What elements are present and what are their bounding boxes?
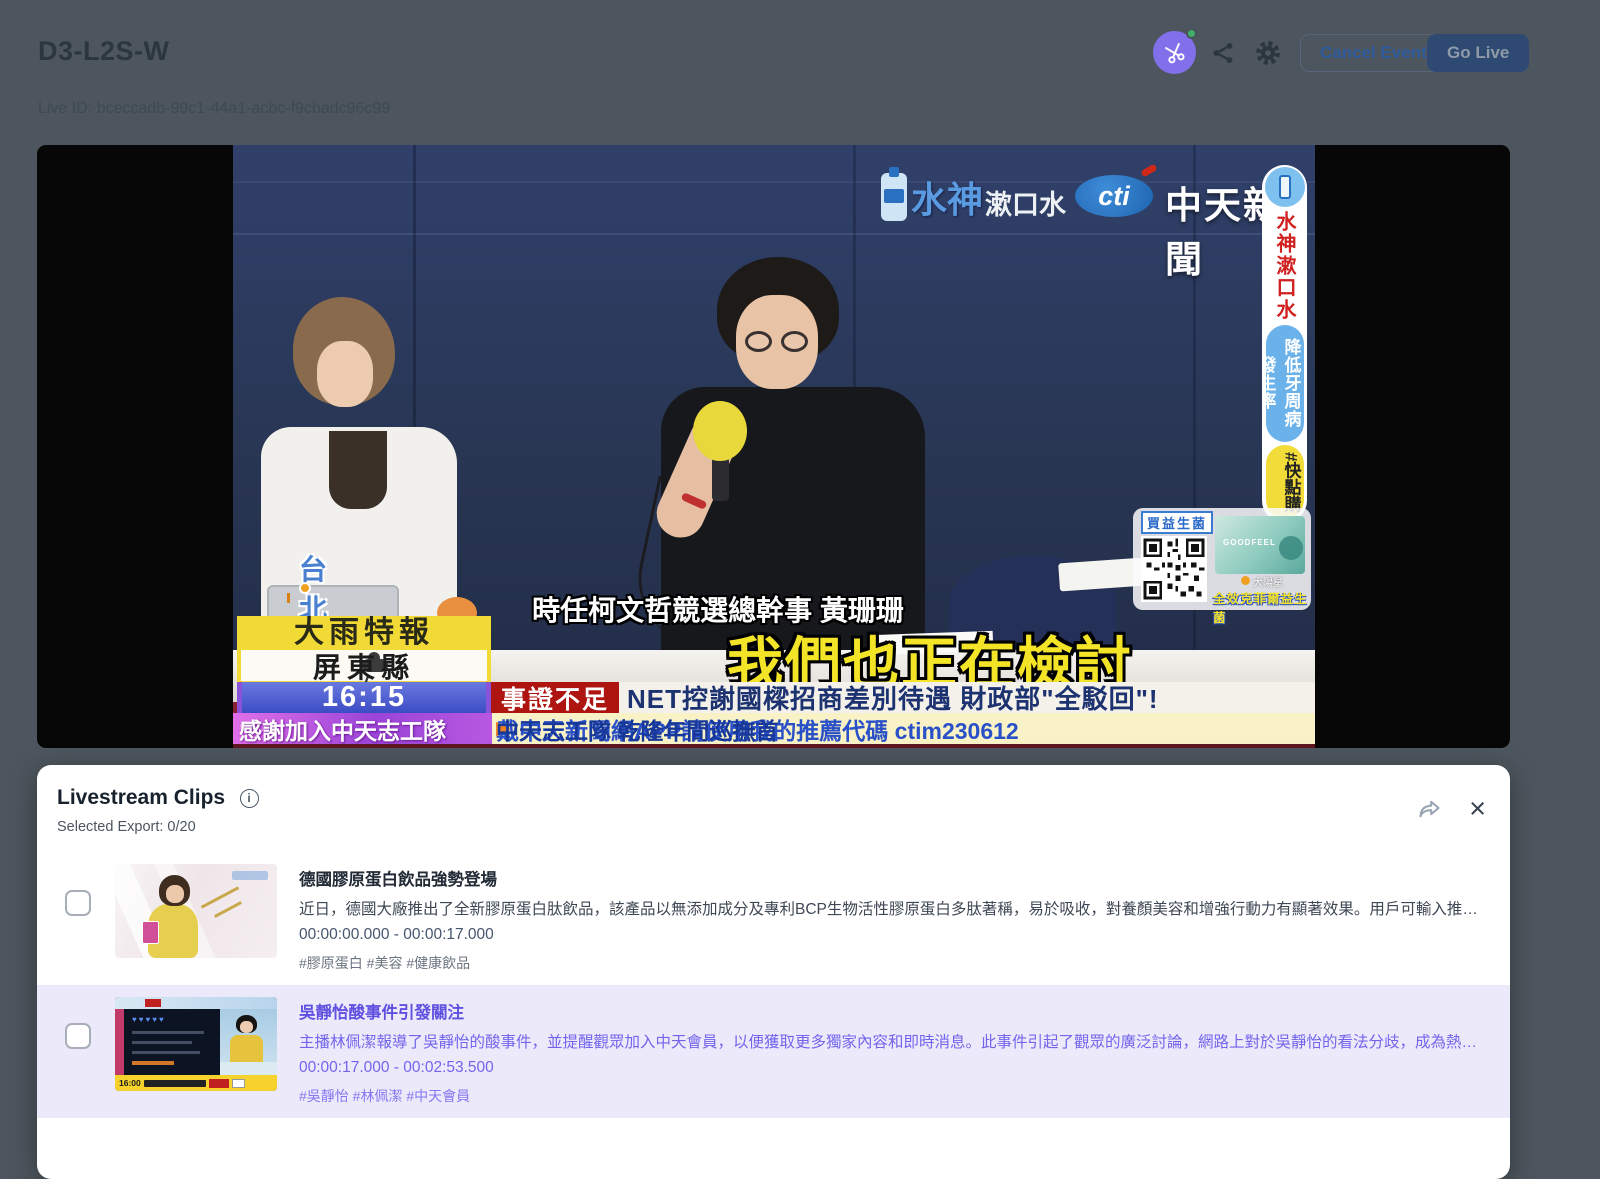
qr-code (1141, 536, 1207, 602)
side-ad-banner: 水神漱口水 降低牙周病發生率 #快點購 (1262, 165, 1307, 523)
weather-alert-box: 大雨特報 屏東縣 (237, 616, 491, 685)
banner-brand: 水神漱口水 (1270, 207, 1299, 325)
thumb-anchor-zone (220, 1009, 277, 1075)
qr-promo-panel: 買益生菌 (1133, 508, 1311, 610)
share-icon[interactable] (1210, 40, 1236, 66)
wall-line (233, 181, 1315, 183)
ticker-next-text: 中天志工隊 乾隆年間巡撫首 (496, 713, 778, 744)
thumb-hearts-row: ♥♥♥♥♥ (132, 1015, 166, 1024)
thumb-side-banner (115, 1009, 124, 1075)
thumb-product-box (142, 921, 159, 944)
video-player[interactable]: 水神 漱口水 cti 中天新聞 水神漱口水 降低牙周病發生率 #快點購 買益生菌 (37, 145, 1510, 748)
ticker-left-text: 感謝加入中天志工隊 (239, 713, 446, 744)
water-bottle-label (884, 189, 904, 203)
brand-product-text: 漱口水 (985, 183, 1066, 222)
news-headline: NET控謝國樑招商差別待遇 財政部"全駁回"! (619, 682, 1315, 713)
live-id-label: Live ID: bceccadb-99c1-44a1-acbc-f9cbadc… (38, 100, 390, 118)
news-tag: 事證不足 (491, 682, 619, 713)
thumb-red-badge (145, 999, 161, 1007)
clip-checkbox[interactable] (65, 890, 91, 916)
online-status-dot (1186, 28, 1197, 39)
product-name: 全效克菲爾益生菌 (1213, 588, 1311, 626)
news-bar: 事證不足 NET控謝國樑招商差別待遇 財政部"全駁回"! (491, 682, 1315, 713)
cti-logo-accent (1140, 163, 1157, 177)
thumb-text-line (132, 1061, 174, 1065)
microphone-icon (693, 401, 747, 461)
scissors-icon (1159, 37, 1189, 67)
thumb-chat-screen: ♥♥♥♥♥ (124, 1009, 220, 1075)
qr-label: 買益生菌 (1141, 511, 1213, 534)
clip-thumbnail[interactable]: ♥♥♥♥♥ 16:00 (115, 997, 277, 1091)
go-live-button[interactable]: Go Live (1427, 34, 1529, 72)
clip-description: 近日，德國大廠推出了全新膠原蛋白肽飲品，該產品以無添加成分及專利BCP生物活性膠… (299, 897, 1492, 919)
left-anchor-shirt (329, 431, 387, 509)
thumb-presenter-face (166, 885, 184, 903)
thumb-logo-mark (232, 871, 268, 880)
clip-description: 主播林佩潔報導了吳靜怡的酸事件，並提醒觀眾加入中天會員，以便獲取更多獨家內容和即… (299, 1030, 1492, 1052)
cti-logo-text: cti (1098, 181, 1130, 212)
thumb-anchor-face (240, 1021, 253, 1033)
thumb-ticker-clock: 16:00 (119, 1078, 141, 1088)
cti-logo: cti (1075, 175, 1153, 217)
clip-time-range: 00:00:17.000 - 00:02:53.500 (299, 1059, 1492, 1077)
location-tag: 台北 (299, 583, 302, 593)
clip-thumbnail[interactable] (115, 864, 277, 958)
thumb-text-line (132, 1051, 200, 1054)
banner-claim: 降低牙周病發生率 (1266, 325, 1304, 442)
info-icon[interactable]: i (240, 789, 259, 808)
clip-row[interactable]: 德國膠原蛋白飲品強勢登場 近日，德國大廠推出了全新膠原蛋白肽飲品，該產品以無添加… (37, 852, 1510, 985)
product-box-brand: GOODFEEL (1223, 538, 1276, 547)
ticker-bar: ♡♡ 感謝加入中天志工隊 戴中天新聞網APP請使用我的推薦代碼 ctim2306… (233, 713, 1315, 744)
speaker-glasses (781, 331, 808, 352)
cancel-event-button[interactable]: Cancel Event (1300, 34, 1447, 72)
video-scene: 水神 漱口水 cti 中天新聞 水神漱口水 降低牙周病發生率 #快點購 買益生菌 (233, 145, 1315, 748)
close-icon[interactable]: × (1469, 798, 1486, 820)
selected-export-counter: Selected Export: 0/20 (57, 819, 1488, 835)
panel-title: Livestream Clips (57, 786, 225, 810)
clip-row[interactable]: ♥♥♥♥♥ 16:00 (37, 985, 1510, 1118)
clip-hashtags: #膠原蛋白 #美容 #健康飲品 (299, 953, 1492, 973)
thumb-anchor-top (230, 1035, 263, 1062)
ticker-left: ♡♡ 感謝加入中天志工隊 (233, 713, 492, 744)
brand-logo-text: 水神 (911, 171, 983, 223)
microphone-body (712, 457, 729, 501)
clip-title: 吳靜怡酸事件引發關注 (299, 999, 1492, 1023)
thumb-text-line (132, 1041, 192, 1044)
livestream-clips-panel: Livestream Clips i × Selected Export: 0/… (37, 765, 1510, 1179)
page-title: D3-L2S-W (38, 36, 170, 67)
product-badge (1279, 536, 1303, 560)
product-brand: 大陽星 (1253, 574, 1283, 589)
wall-line (233, 233, 1315, 235)
thumb-anchor-desk (220, 1062, 277, 1075)
weather-region: 屏東縣 (313, 646, 415, 686)
thumb-top-bar (115, 997, 277, 1009)
speaker-glasses (745, 331, 772, 352)
thumb-ticker-red-box (209, 1079, 229, 1088)
banner-bottle-icon (1265, 167, 1305, 207)
thumb-ticker-white-box (232, 1079, 245, 1088)
clip-checkbox[interactable] (65, 1023, 91, 1049)
thumb-ticker: 16:00 (115, 1075, 277, 1091)
ticker-right: 戴中天新聞網APP請使用我的推薦代碼 ctim230612 ▶ 中天志工隊 乾隆… (492, 713, 1315, 744)
thumb-text-line (132, 1031, 204, 1034)
export-share-icon[interactable] (1416, 795, 1443, 822)
broadcast-clock: 16:15 (237, 682, 491, 713)
clip-hashtags: #吳靜怡 #林佩潔 #中天會員 (299, 1086, 1492, 1106)
clip-title: 德國膠原蛋白飲品強勢登場 (299, 866, 1492, 890)
clip-time-range: 00:00:00.000 - 00:00:17.000 (299, 926, 1492, 944)
thumb-ticker-text-bar (144, 1080, 206, 1087)
left-anchor-face (317, 341, 373, 407)
water-bottle-cap (889, 167, 899, 177)
map-pin-stem (287, 593, 290, 603)
brand-dot-icon (1241, 576, 1250, 585)
gear-icon[interactable] (1253, 38, 1283, 68)
